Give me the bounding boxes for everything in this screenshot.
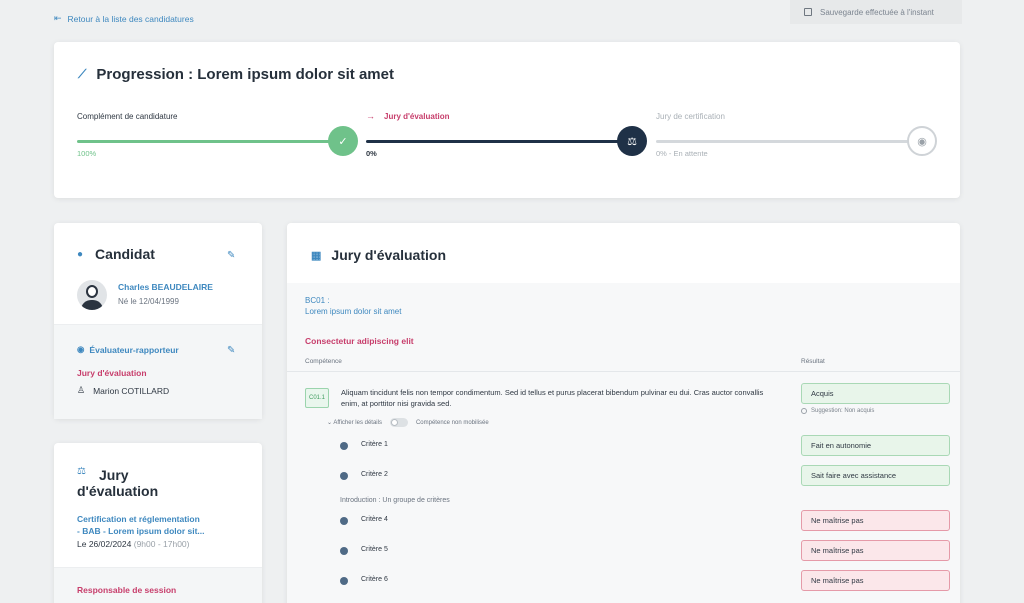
criterion-label: Critère 4: [361, 516, 388, 523]
competence-not-mobilized-label: Compétence non mobilisée: [415, 419, 489, 426]
step-progress-line-jury-certification: [656, 140, 911, 143]
edit-candidate-icon[interactable]: ✎: [227, 250, 235, 261]
jury-card-title-line2: d'évaluation: [77, 483, 159, 499]
criterion-icon: [340, 517, 348, 525]
criterion-result-select[interactable]: Ne maîtrise pas: [801, 570, 950, 591]
candidate-header: ● Candidat: [77, 246, 155, 262]
column-header-result: Résultat: [801, 358, 825, 365]
candidate-card: ● Candidat ✎ Charles BEAUDELAIRE Né le 1…: [54, 223, 262, 419]
show-details-toggle[interactable]: ⌄ Afficher les détails: [327, 419, 382, 426]
criterion-icon: [340, 472, 348, 480]
arrow-right-icon: →: [366, 111, 375, 121]
info-icon: [801, 408, 807, 414]
certification-link[interactable]: Certification et réglementation - BAB - …: [77, 513, 205, 537]
certification-line1: Certification et réglementation: [77, 514, 200, 524]
progress-title: ⟋ Progression : Lorem ipsum dolor sit am…: [78, 66, 394, 83]
person-icon: ●: [77, 248, 84, 260]
competence-details-row: ⌄ Afficher les détails Compétence non mo…: [327, 418, 489, 427]
block-code: BC01 : Lorem ipsum dolor sit amet: [305, 295, 401, 317]
chevron-down-icon: ⌄: [327, 420, 333, 426]
candidate-title: Candidat: [95, 246, 155, 262]
competence-badge: C01.1: [305, 388, 329, 408]
user-circle-icon: ◉: [77, 344, 85, 354]
block-title: Consectetur adipiscing elit: [305, 336, 414, 346]
evaluation-title: ▦ Jury d'évaluation: [311, 247, 446, 263]
person-icon: ♙: [77, 385, 86, 395]
trend-icon: ⟋: [78, 67, 87, 81]
criterion-result-select[interactable]: Fait en autonomie: [801, 435, 950, 456]
criterion-result-select[interactable]: Ne maîtrise pas: [801, 510, 950, 531]
step-percent-jury-certification: 0% - En attente: [656, 149, 708, 158]
step-label-complement: Complément de candidature: [77, 112, 178, 121]
candidate-name[interactable]: Charles BEAUDELAIRE: [118, 282, 213, 292]
evaluator-person: ♙ Marion COTILLARD: [77, 385, 169, 396]
step-gavel-icon[interactable]: ⚖: [617, 126, 647, 156]
step-done-icon[interactable]: ✓: [328, 126, 358, 156]
progress-title-text: Progression : Lorem ipsum dolor sit amet: [96, 66, 394, 83]
show-details-label: Afficher les détails: [333, 420, 382, 426]
candidate-birthdate: Né le 12/04/1999: [118, 297, 179, 306]
step-label-jury-evaluation: Jury d'évaluation: [384, 112, 450, 121]
gavel-icon: ⚖: [77, 466, 86, 477]
session-time: (9h00 - 17h00): [133, 539, 190, 549]
evaluator-title: Évaluateur-rapporteur: [89, 344, 179, 355]
session-manager-section: Responsable de session: [54, 567, 262, 603]
criteria-group-label: Introduction : Un groupe de critères: [340, 497, 450, 504]
progress-card: ⟋ Progression : Lorem ipsum dolor sit am…: [54, 42, 960, 198]
evaluation-card: ▦ Jury d'évaluation BC01 : Lorem ipsum d…: [287, 223, 960, 603]
evaluator-name: Marion COTILLARD: [93, 385, 170, 396]
evaluation-title-text: Jury d'évaluation: [331, 247, 446, 263]
column-header-competence: Compétence: [305, 358, 342, 365]
header-divider: [287, 371, 960, 372]
book-icon: ▦: [311, 249, 322, 262]
step-pending-icon[interactable]: ◉: [907, 126, 937, 156]
session-date-value: Le 26/02/2024: [77, 539, 132, 549]
block-code-name: Lorem ipsum dolor sit amet: [305, 307, 402, 316]
certification-line2: - BAB - Lorem ipsum dolor sit...: [77, 526, 205, 536]
back-to-list-link[interactable]: ⇤ Retour à la liste des candidatures: [54, 13, 194, 24]
evaluator-role: Jury d'évaluation: [77, 368, 147, 378]
step-label-jury-certification: Jury de certification: [656, 112, 725, 121]
competence-suggestion: Suggestion: Non acquis: [801, 408, 874, 414]
top-bar: ⇤ Retour à la liste des candidatures Sau…: [0, 0, 1024, 36]
edit-evaluator-icon[interactable]: ✎: [227, 345, 235, 356]
suggestion-text: Suggestion: Non acquis: [811, 408, 875, 414]
evaluator-section: ◉ Évaluateur-rapporteur ✎ Jury d'évaluat…: [54, 324, 262, 419]
competence-result-select[interactable]: Acquis: [801, 383, 950, 404]
competence-description: Aliquam tincidunt felis non tempor condi…: [341, 388, 764, 408]
step-percent-jury-evaluation: 0%: [366, 149, 377, 158]
step-percent-complement: 100%: [77, 149, 97, 158]
criterion-label: Critère 2: [361, 471, 388, 478]
criterion-icon: [340, 547, 348, 555]
competence-not-mobilized-switch[interactable]: [389, 418, 408, 427]
step-progress-line-jury-evaluation: [366, 140, 626, 143]
criterion-result-select[interactable]: Ne maîtrise pas: [801, 540, 950, 561]
step-progress-line-complement: [77, 140, 347, 143]
arrow-left-icon: ⇤: [54, 13, 62, 23]
criterion-label: Critère 5: [361, 546, 388, 553]
jury-card: ⚖ Jury d'évaluation Certification et rég…: [54, 443, 262, 603]
session-date: Le 26/02/2024 (9h00 - 17h00): [77, 539, 190, 549]
avatar: [77, 280, 107, 310]
save-status: Sauvegarde effectuée à l'instant: [790, 0, 962, 24]
session-manager-title: Responsable de session: [77, 585, 177, 595]
criterion-label: Critère 1: [361, 441, 388, 448]
criterion-icon: [340, 442, 348, 450]
criterion-icon: [340, 577, 348, 585]
evaluator-header: ◉ Évaluateur-rapporteur: [77, 344, 179, 355]
block-code-id: BC01 :: [305, 296, 330, 305]
save-icon: [804, 8, 812, 16]
jury-card-title-line1: Jury: [99, 467, 129, 483]
criterion-result-select[interactable]: Sait faire avec assistance: [801, 465, 950, 486]
criterion-label: Critère 6: [361, 576, 388, 583]
save-status-label: Sauvegarde effectuée à l'instant: [820, 7, 934, 17]
back-link-label: Retour à la liste des candidatures: [67, 13, 194, 24]
